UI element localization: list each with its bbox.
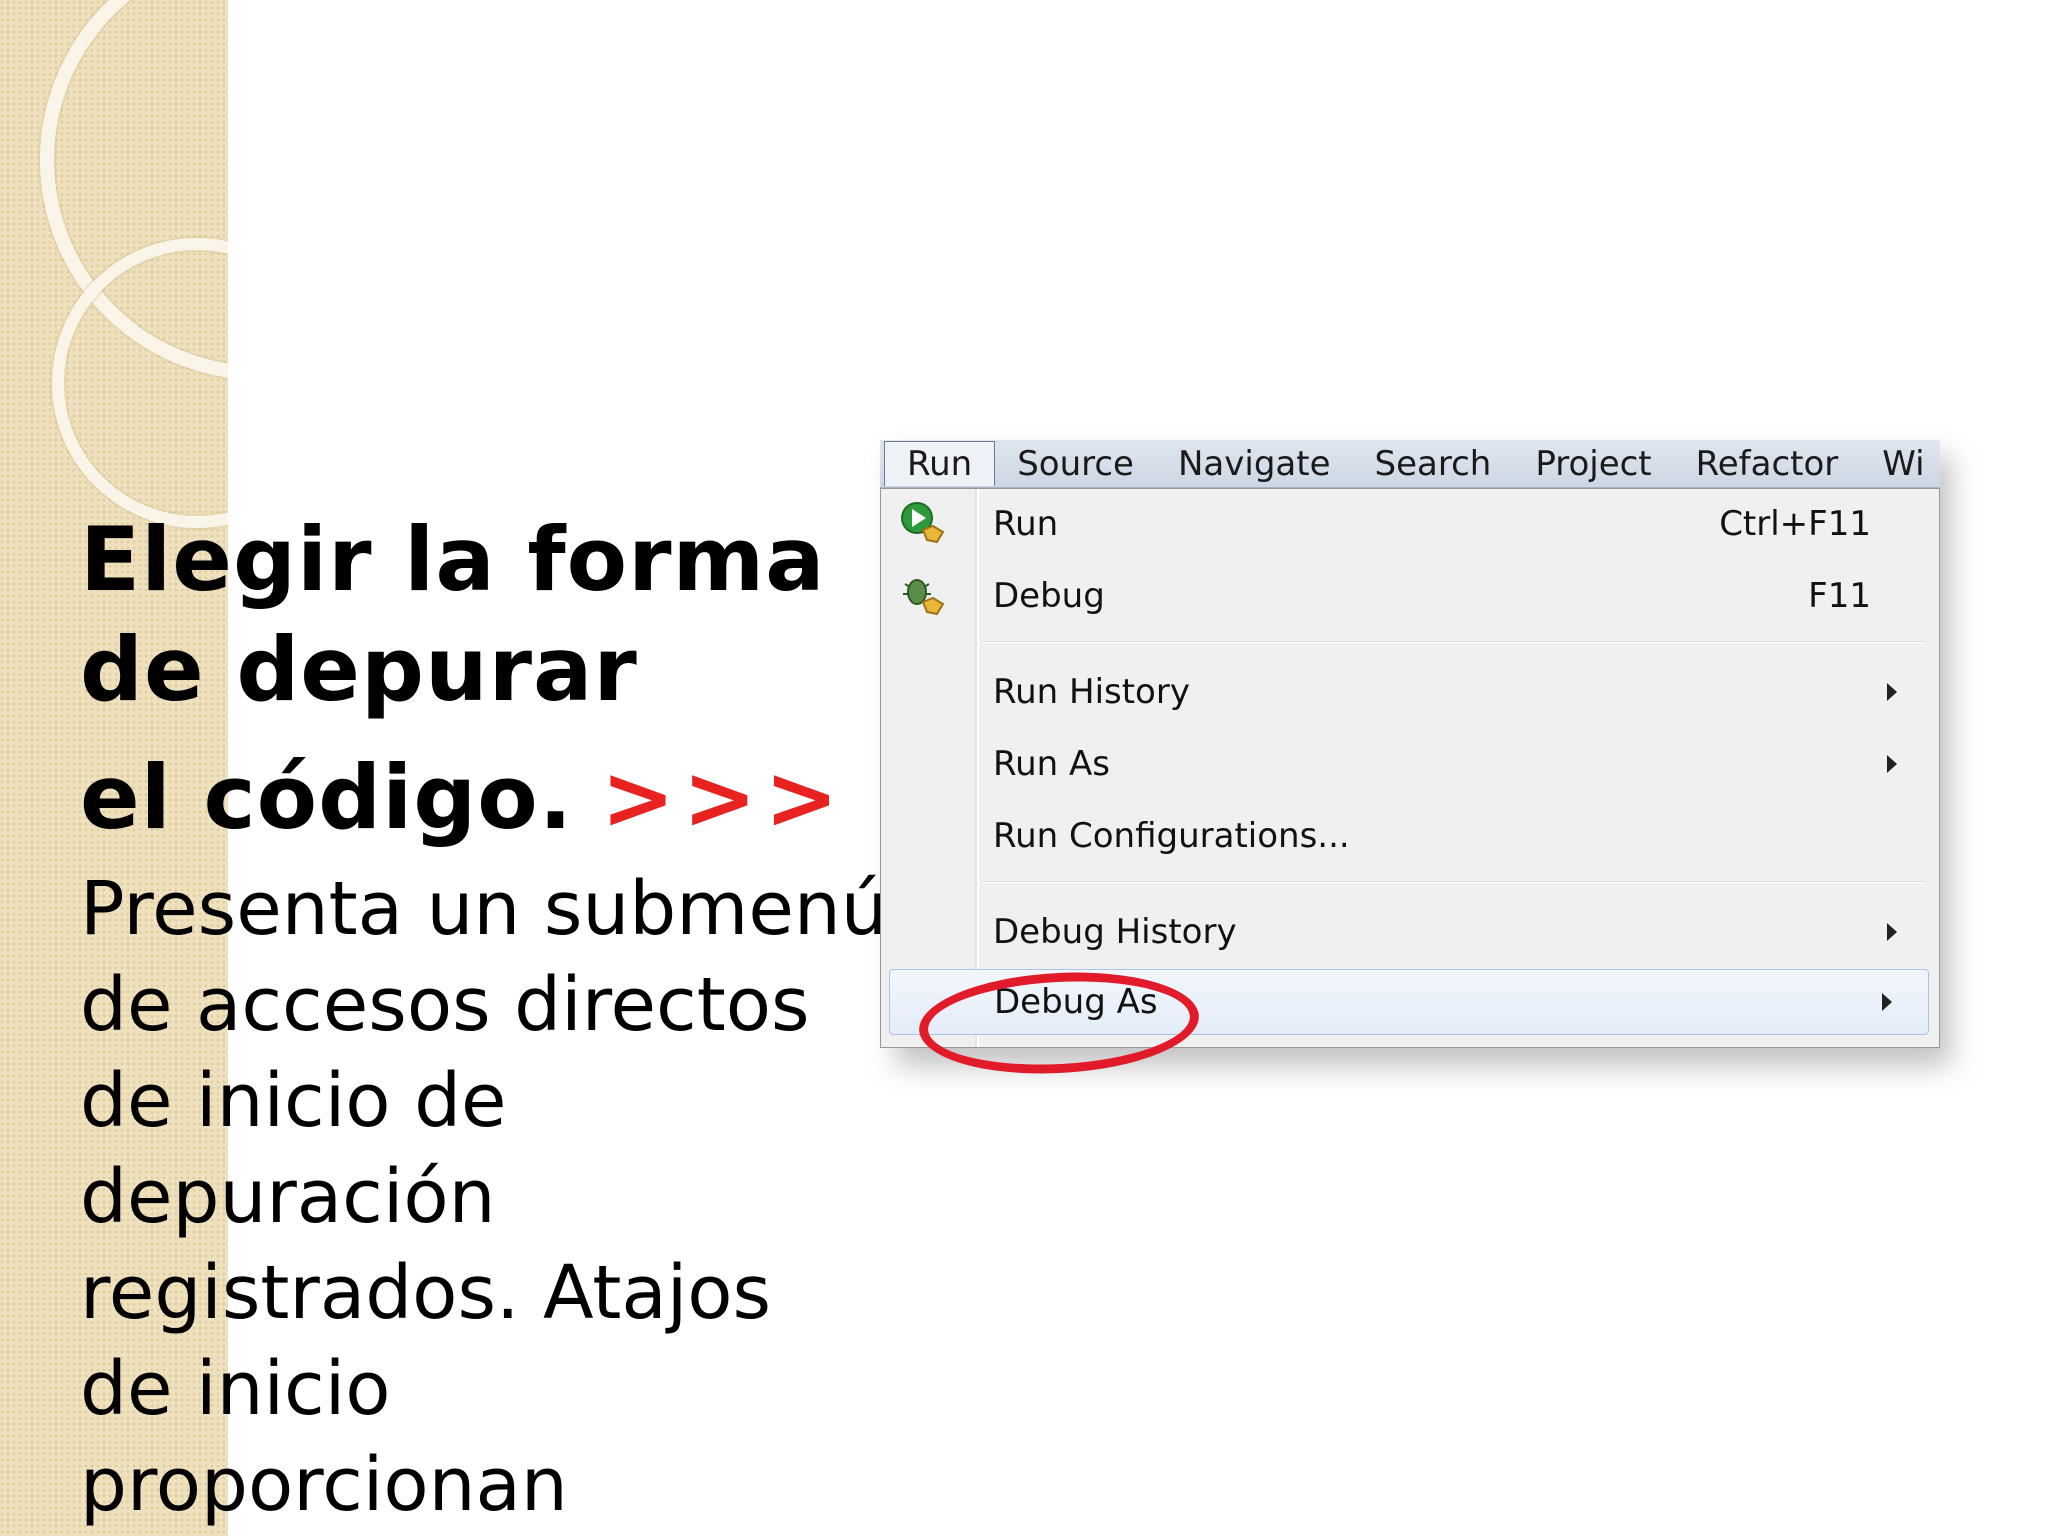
slide-heading: Elegir la forma de depurar el código. >>> [80,505,880,853]
run-launch-icon [901,502,945,544]
body-line: proporcionan [80,1442,568,1528]
menu-item-debug-history[interactable]: Debug History [881,899,1941,965]
menu-bar: Run Source Navigate Search Project Refac… [880,440,1940,488]
submenu-arrow-icon [1887,923,1897,941]
menu-item-label: Run Configurations... [993,816,1350,856]
heading-arrows: >>> [601,746,847,849]
eclipse-run-menu-screenshot: Run Source Navigate Search Project Refac… [880,440,1951,1081]
menu-separator [981,881,1925,883]
run-dropdown-menu: Run Ctrl+F11 Debug F11 Run History Run A… [880,488,1941,1081]
menu-separator [981,641,1925,643]
heading-line-1: Elegir la forma [80,508,826,611]
heading-line-3-text: el código. [80,746,574,849]
menu-item-label: Run As [993,744,1110,784]
slide-body: Presenta un submenú de accesos directos … [80,861,888,1533]
menu-item-shortcut: Ctrl+F11 [1719,504,1871,544]
menu-item-run-configurations[interactable]: Run Configurations... [881,803,1941,869]
menubar-search[interactable]: Search [1353,440,1514,487]
menubar-run[interactable]: Run [884,441,996,486]
menu-item-run-as[interactable]: Run As [881,731,1941,797]
menu-item-debug[interactable]: Debug F11 [881,563,1941,629]
menubar-navigate[interactable]: Navigate [1156,440,1353,487]
menu-item-run[interactable]: Run Ctrl+F11 [881,491,1941,557]
menu-item-label: Run History [993,672,1190,712]
submenu-arrow-icon [1887,683,1897,701]
slide-text-block: Elegir la forma de depurar el código. >>>… [80,505,888,1533]
submenu-arrow-icon [1882,993,1892,1011]
body-line: depuración [80,1154,496,1240]
menu-item-run-history[interactable]: Run History [881,659,1941,725]
menu-item-shortcut: F11 [1808,576,1871,616]
menu-item-label: Debug History [993,912,1237,952]
debug-bug-icon [903,579,945,616]
body-line: de inicio [80,1346,391,1432]
heading-line-2: de depurar [80,618,638,721]
submenu-arrow-icon [1887,755,1897,773]
menubar-window[interactable]: Wi [1860,440,1940,487]
menu-item-label: Debug [993,576,1105,616]
menubar-source[interactable]: Source [995,440,1156,487]
body-line: de accesos directos [80,962,810,1048]
body-line: Presenta un submenú [80,866,888,952]
body-line: de inicio de [80,1058,507,1144]
body-line: registrados. Atajos [80,1250,772,1336]
menubar-project[interactable]: Project [1513,440,1673,487]
menubar-refactor[interactable]: Refactor [1674,440,1861,487]
menu-item-label: Run [993,504,1059,544]
heading-line-3: el código. >>> [80,743,880,853]
